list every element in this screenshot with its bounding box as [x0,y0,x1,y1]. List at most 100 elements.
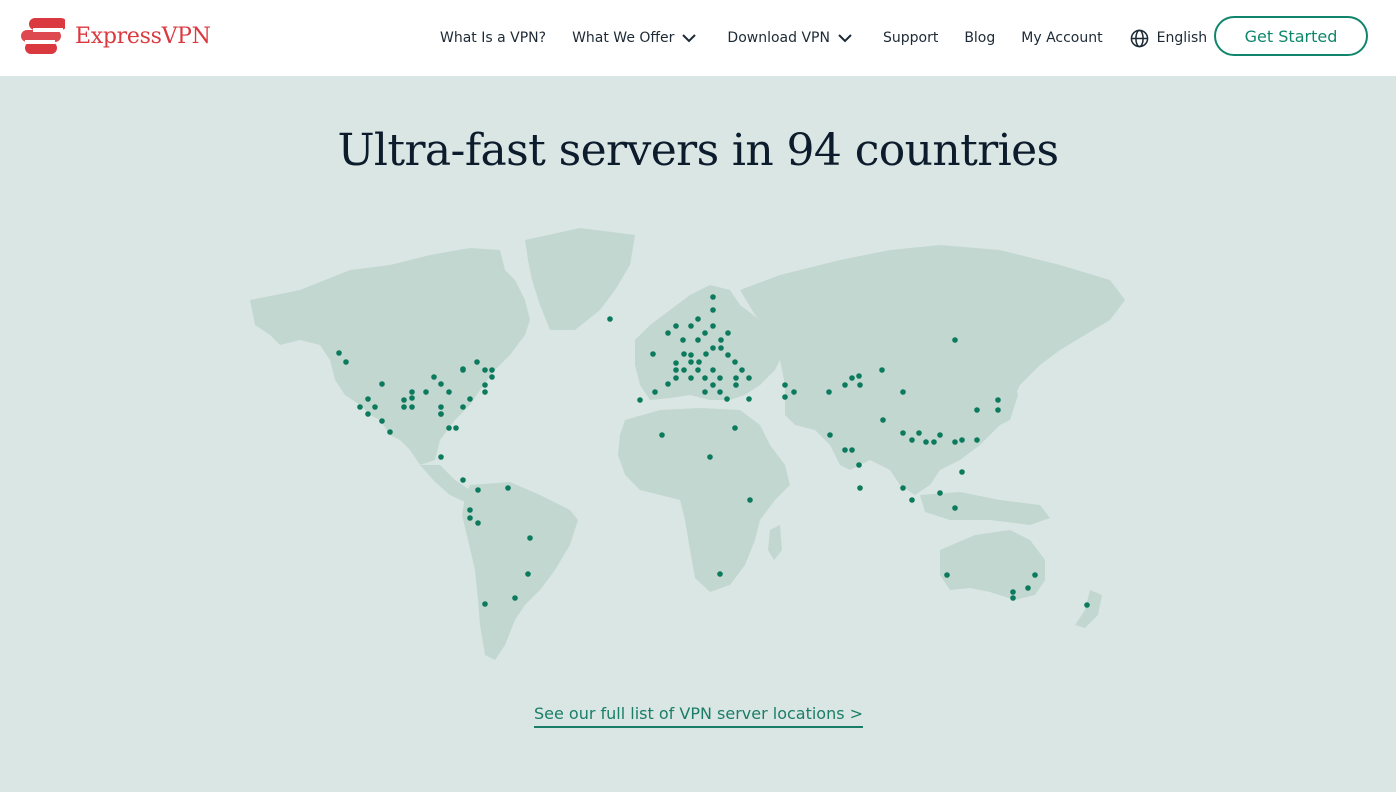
get-started-button[interactable]: Get Started [1214,16,1368,56]
nav-blog[interactable]: Blog [964,30,995,46]
nav-what-we-offer[interactable]: What We Offer [572,30,697,46]
asia-shape [740,245,1125,495]
server-dot [909,497,915,503]
indonesia-shape [920,492,1050,525]
server-dot [944,572,950,578]
server-dot [880,417,886,423]
nav-label: What Is a VPN? [440,30,547,46]
south-america-shape [462,482,578,660]
server-dot [733,382,739,388]
server-dot [409,395,415,401]
server-dot [673,367,679,373]
server-dot [959,437,965,443]
nav-support[interactable]: Support [883,30,938,46]
server-dot [673,360,679,366]
greenland-shape [525,228,635,330]
server-dot [995,397,1001,403]
new-zealand-shape [1075,590,1102,628]
server-dot [379,381,385,387]
site-header: ExpressVPN What Is a VPN? What We Offer … [0,0,1396,76]
server-dot [482,389,488,395]
server-dot [365,411,371,417]
server-dot [718,337,724,343]
nav-my-account[interactable]: My Account [1021,30,1102,46]
server-dot [446,389,452,395]
server-dot [717,571,723,577]
server-dot [409,389,415,395]
server-dot [681,351,687,357]
nav-label: Support [882,30,939,46]
server-dot [974,407,980,413]
server-dot [372,404,378,410]
server-dot [703,351,709,357]
server-dot [357,404,363,410]
server-dot [900,485,906,491]
server-dot [401,404,407,410]
server-dot [710,294,716,300]
server-dot [460,477,466,483]
server-dot [482,367,488,373]
chevron-down-icon [838,34,852,43]
server-dot [952,337,958,343]
server-dot [695,367,701,373]
server-dot [475,520,481,526]
server-dot [688,359,694,365]
server-dot [710,345,716,351]
server-dot [827,432,833,438]
server-dot [336,350,342,356]
world-map [250,228,1125,660]
nav-what-is-vpn[interactable]: What Is a VPN? [440,30,546,46]
page-title: Ultra-fast servers in 94 countries [337,125,1059,176]
server-dot [952,505,958,511]
server-dot [856,373,862,379]
server-dot [525,571,531,577]
chevron-down-icon [682,34,697,43]
server-dot [467,396,473,402]
server-dot [423,389,429,395]
server-dot [681,367,687,373]
server-dot [695,316,701,322]
server-dot [379,418,385,424]
nav-label: What We Offer [572,30,675,46]
server-dot [474,359,480,365]
server-dot [849,375,855,381]
nav-label: My Account [1021,30,1103,46]
expressvpn-logo[interactable]: ExpressVPN [21,18,211,54]
server-dot [482,382,488,388]
nav-download-vpn[interactable]: Download VPN [727,30,853,46]
server-dot [923,439,929,445]
server-dot [732,359,738,365]
server-dot [952,439,958,445]
server-dot [747,497,753,503]
server-dot [710,323,716,329]
server-dot [659,432,665,438]
server-dot [702,375,708,381]
nav-label: Download VPN [727,30,830,46]
server-dot [688,352,694,358]
server-dot [665,381,671,387]
globe-icon [1130,29,1148,47]
brand-name: ExpressVPN [75,23,211,49]
server-dot [856,462,862,468]
server-dot [702,389,708,395]
server-dot [707,454,713,460]
server-dot [1032,572,1038,578]
server-dot [365,396,371,402]
server-dot [438,411,444,417]
expressvpn-logo-icon [21,18,65,54]
server-dot [1084,602,1090,608]
server-dot [857,382,863,388]
madagascar-shape [768,525,782,560]
server-dot [482,601,488,607]
server-dot [637,397,643,403]
server-locations-link[interactable]: See our full list of VPN server location… [534,704,864,728]
server-dot [725,352,731,358]
server-dot [387,429,393,435]
language-label: English [1156,30,1208,46]
server-dot [931,439,937,445]
server-dot [696,359,702,365]
server-dot [842,447,848,453]
server-dot [791,389,797,395]
server-dot [909,437,915,443]
language-selector[interactable]: English [1130,29,1208,48]
